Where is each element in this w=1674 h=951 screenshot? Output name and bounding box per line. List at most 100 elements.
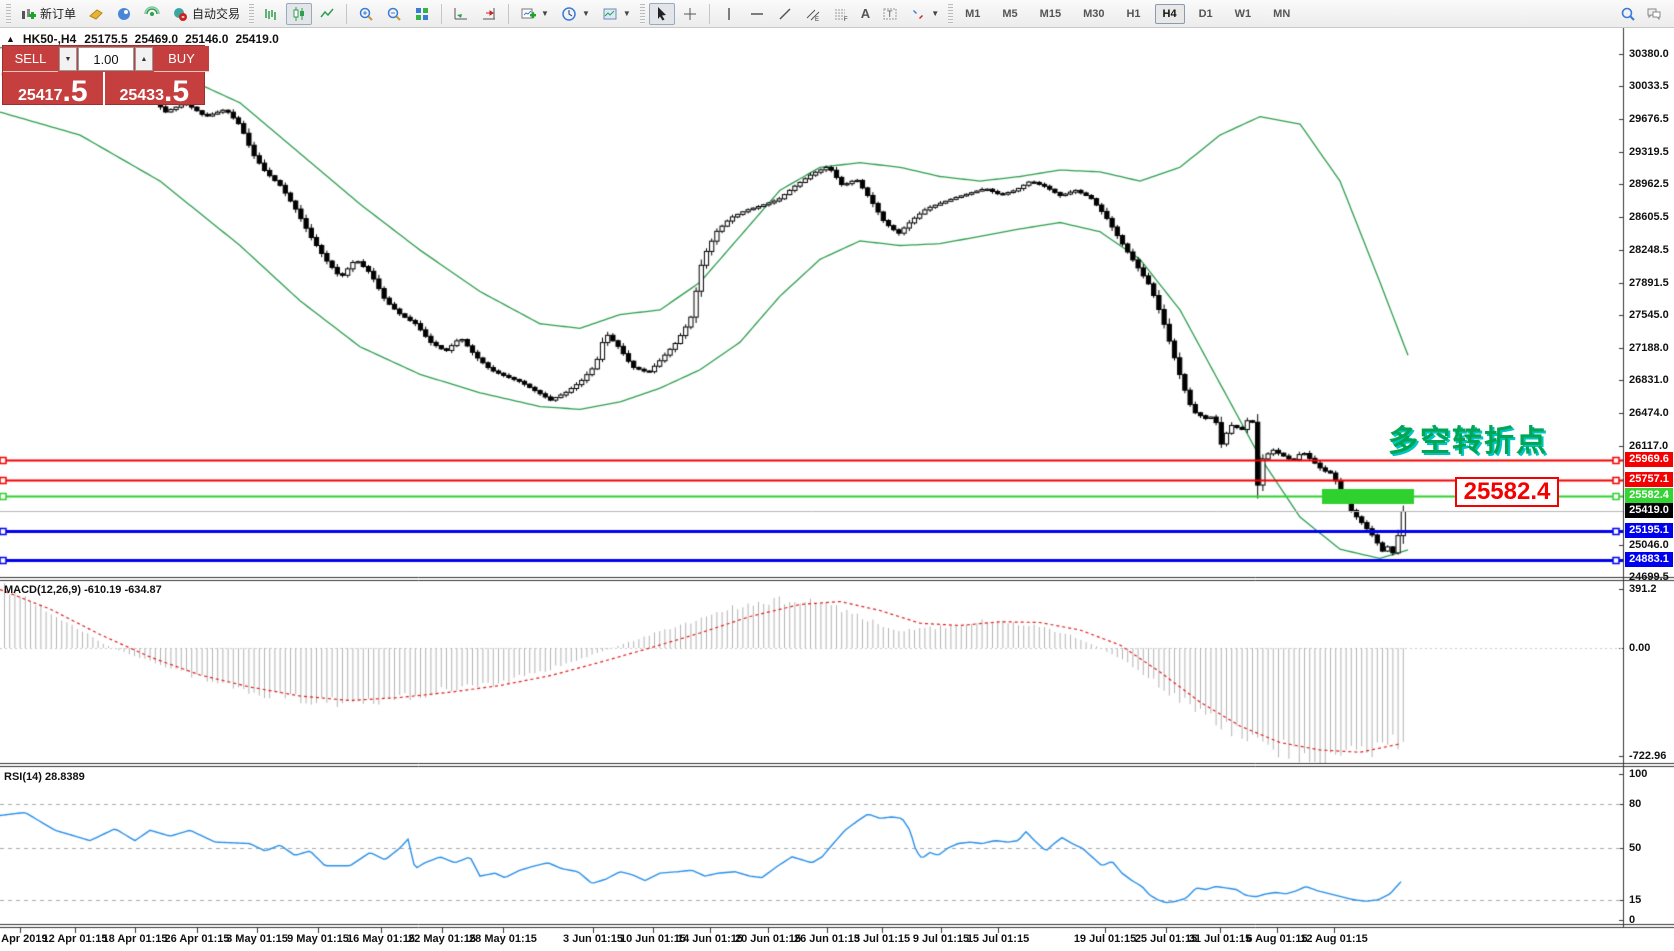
ohlc-open: 25175.5 (84, 32, 127, 46)
auto-scroll-button[interactable] (448, 3, 474, 25)
community-icon (116, 6, 132, 22)
x-axis-tick: 28 May 01:15 (456, 933, 550, 945)
timeframe-m30[interactable]: M30 (1075, 4, 1112, 24)
line-chart-button[interactable] (314, 3, 340, 25)
turning-point-annotation: 多空转折点 (1388, 416, 1548, 460)
tile-windows-button[interactable] (409, 3, 435, 25)
cursor-icon (654, 6, 670, 22)
one-click-trading-panel: SELL ▼ ▲ BUY 25417 .5 25433 .5 (2, 45, 205, 105)
svg-text:T: T (887, 9, 893, 19)
timeframe-m5[interactable]: M5 (994, 4, 1025, 24)
y-axis-tick: 29676.5 (1629, 112, 1674, 126)
search-icon[interactable] (1620, 6, 1636, 22)
chart-canvas[interactable] (0, 28, 1674, 951)
autotrade-icon (172, 6, 188, 22)
y-axis-tick: 29319.5 (1629, 145, 1674, 159)
y-axis-tick: 27891.5 (1629, 276, 1674, 290)
timeframe-h4[interactable]: H4 (1155, 4, 1185, 24)
y-axis-tick: 50 (1629, 841, 1674, 855)
zoom-out-icon (386, 6, 402, 22)
y-axis-tick: 15 (1629, 893, 1674, 907)
arrows-icon (910, 6, 926, 22)
horizontal-line-button[interactable] (744, 3, 770, 25)
vertical-line-icon (721, 6, 737, 22)
channel-button[interactable]: E (800, 3, 826, 25)
timeframe-h1[interactable]: H1 (1118, 4, 1148, 24)
y-axis-tick: 28248.5 (1629, 243, 1674, 257)
shift-end-button[interactable] (476, 3, 502, 25)
candlestick-chart-button[interactable] (286, 3, 312, 25)
y-axis-tick: 80 (1629, 797, 1674, 811)
vertical-line-button[interactable] (716, 3, 742, 25)
cursor-button[interactable] (649, 3, 675, 25)
channel-icon: E (805, 6, 821, 22)
main-toolbar: 新订单 自动交易 (0, 0, 1674, 28)
sell-price-frac: .5 (62, 79, 87, 105)
autotrade-label: 自动交易 (192, 5, 240, 22)
y-axis-tick: 25046.0 (1629, 538, 1674, 552)
signals-icon (144, 6, 160, 22)
timeframe-d1[interactable]: D1 (1191, 4, 1221, 24)
toolbar-grip[interactable] (948, 4, 953, 24)
timeframe-m1[interactable]: M1 (957, 4, 988, 24)
volume-input[interactable] (78, 47, 134, 71)
label-button[interactable]: T (877, 3, 903, 25)
new-order-label: 新订单 (40, 5, 76, 22)
sell-button[interactable]: SELL (3, 46, 58, 72)
timeframe-m15[interactable]: M15 (1032, 4, 1069, 24)
sell-price-main: 25417 (18, 88, 63, 104)
y-axis-tick: 26474.0 (1629, 406, 1674, 420)
fibonacci-icon: F (833, 6, 849, 22)
collapse-arrow-icon[interactable]: ▲ (6, 34, 15, 44)
templates-button[interactable]: ▼ (597, 3, 636, 25)
zoom-in-button[interactable] (353, 3, 379, 25)
price-line-label: 25195.1 (1625, 523, 1673, 538)
toolbar-grip[interactable] (6, 4, 11, 24)
rsi-label: RSI(14) 28.8389 (4, 771, 85, 783)
community-button[interactable] (111, 3, 137, 25)
y-axis-tick: -722.96 (1629, 749, 1674, 763)
signals-button[interactable] (139, 3, 165, 25)
new-order-icon (20, 6, 36, 22)
ohlc-close: 25419.0 (235, 32, 278, 46)
price-callout-label: 25582.4 (1455, 477, 1559, 507)
timeframe-toolbar: M1 M5 M15 M30 H1 H4 D1 W1MN (957, 4, 1298, 24)
svg-text:F: F (844, 17, 848, 22)
new-chart-icon (520, 6, 536, 22)
toolbar-grip[interactable] (249, 4, 254, 24)
trendline-button[interactable] (772, 3, 798, 25)
ohlc-high: 25469.0 (135, 32, 178, 46)
sell-price[interactable]: 25417 .5 (3, 72, 105, 105)
toolbar-grip[interactable] (640, 4, 645, 24)
y-axis-tick: 28962.5 (1629, 177, 1674, 191)
period-button[interactable]: ▼ (556, 3, 595, 25)
buy-button[interactable]: BUY (154, 46, 209, 72)
macd-label: MACD(12,26,9) -610.19 -634.87 (4, 584, 162, 596)
timeframe-mn[interactable]: MN (1265, 4, 1298, 24)
new-chart-button[interactable]: ▼ (515, 3, 554, 25)
text-button[interactable]: A (856, 3, 875, 25)
bar-chart-icon (263, 6, 279, 22)
bar-chart-button[interactable] (258, 3, 284, 25)
x-axis-tick: 15 Jul 01:15 (951, 933, 1045, 945)
volume-increase-button[interactable]: ▲ (135, 47, 153, 71)
buy-price[interactable]: 25433 .5 (105, 72, 205, 105)
candlestick-chart-icon (291, 6, 307, 22)
new-order-button[interactable]: 新订单 (15, 3, 81, 25)
market-watch-button[interactable] (83, 3, 109, 25)
symbol-period: HK50-,H4 (23, 32, 76, 46)
timeframe-w1[interactable]: W1 (1227, 4, 1260, 24)
market-watch-icon (88, 6, 104, 22)
autotrade-button[interactable]: 自动交易 (167, 3, 245, 25)
volume-decrease-button[interactable]: ▼ (59, 47, 77, 71)
chat-icon[interactable] (1646, 6, 1662, 22)
y-axis-tick: 27188.0 (1629, 341, 1674, 355)
crosshair-button[interactable] (677, 3, 703, 25)
y-axis-tick: 0.00 (1629, 641, 1674, 655)
crosshair-icon (682, 6, 698, 22)
arrows-button[interactable]: ▼ (905, 3, 944, 25)
shift-end-icon (481, 6, 497, 22)
zoom-out-button[interactable] (381, 3, 407, 25)
fibonacci-button[interactable]: F (828, 3, 854, 25)
y-axis-tick: 30033.5 (1629, 79, 1674, 93)
